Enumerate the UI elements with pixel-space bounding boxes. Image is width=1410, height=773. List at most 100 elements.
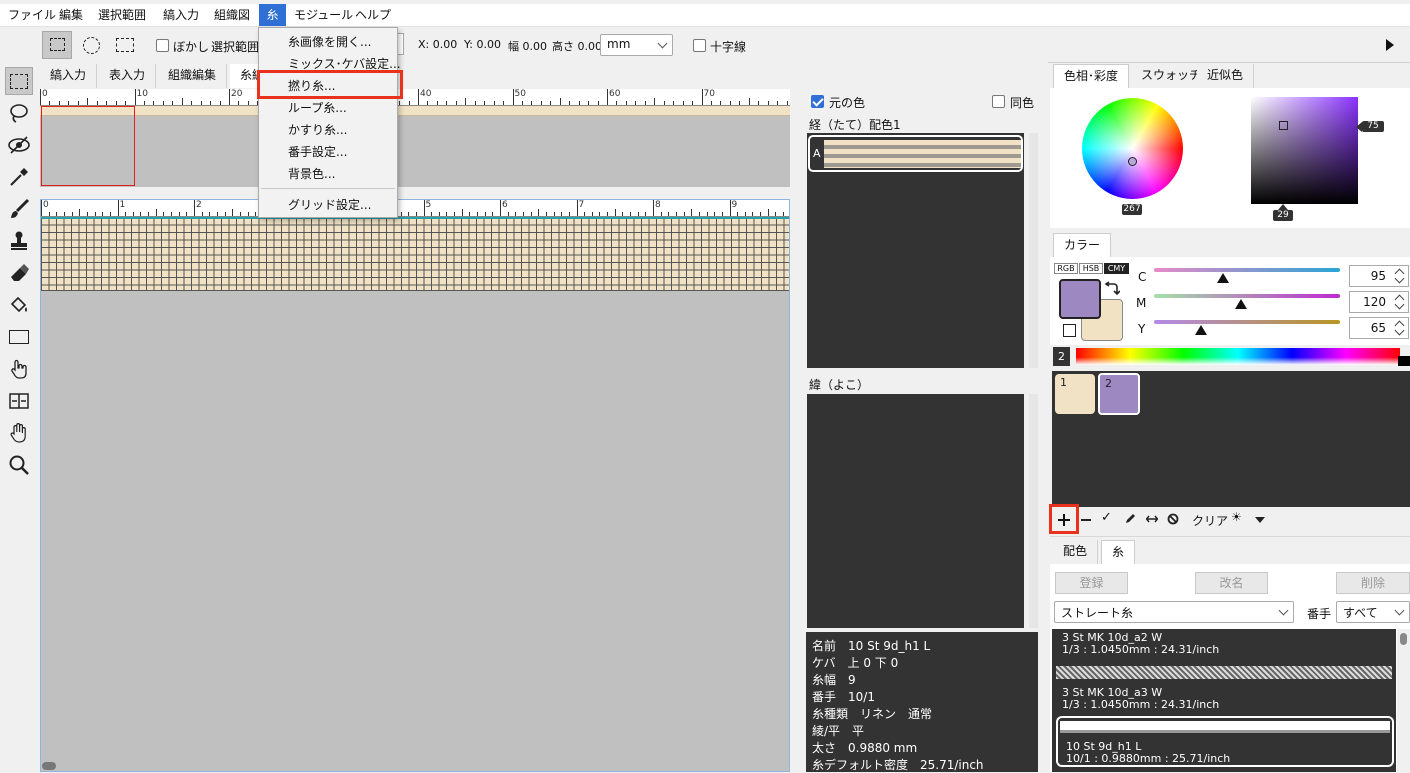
sb-cursor[interactable] [1279,121,1288,130]
blur-checkbox[interactable] [156,39,169,52]
ruler-label: 7 [578,200,585,210]
menu-open-yarn-image[interactable]: 糸画像を開く... [259,31,397,53]
original-color-checkbox[interactable] [811,95,824,108]
mode-cmy[interactable]: CMY [1104,263,1129,274]
same-color-checkbox[interactable] [992,95,1005,108]
brush-tool[interactable] [5,195,33,223]
inverse-select-tool-button[interactable] [109,31,139,59]
mode-hsb[interactable]: HSB [1079,263,1103,274]
tab-yarn[interactable]: 糸 [1101,540,1136,564]
swap-horizontal-icon[interactable] [1146,514,1158,524]
eraser-tool[interactable] [5,259,33,287]
tab-color-scheme[interactable]: 配色 [1053,540,1099,564]
spectrum-black-end[interactable] [1398,356,1410,366]
c-value-spinner[interactable]: 95 [1349,265,1409,287]
zoom-tool[interactable] [5,451,33,479]
horizontal-scrollbar-thumb[interactable] [42,762,56,770]
pointer-hand-tool[interactable] [5,355,33,383]
menu-loop-yarn[interactable]: ループ糸... [259,97,397,119]
mode-rgb[interactable]: RGB [1054,263,1078,274]
register-button[interactable]: 登録 [1055,572,1128,594]
hue-wheel-cursor[interactable] [1128,157,1137,166]
rename-button[interactable]: 改名 [1195,572,1268,594]
delete-button[interactable]: 削除 [1336,572,1410,594]
stamp-tool[interactable] [5,227,33,255]
yarn-list-scrollbar[interactable] [1397,629,1410,772]
hand-pan-tool[interactable] [5,419,33,447]
color-spectrum-bar[interactable] [1076,348,1400,365]
menu-count-settings[interactable]: 番手設定... [259,141,397,163]
slider-c-thumb[interactable] [1216,273,1229,283]
sun-icon[interactable]: ☀ [1231,510,1242,524]
fill-bucket-tool[interactable] [5,291,33,319]
reset-colors-icon[interactable] [1063,324,1076,337]
overview-canvas[interactable] [40,116,790,187]
weft-scrollbar[interactable] [1029,394,1038,628]
saturation-brightness-square[interactable] [1251,97,1358,204]
tab-stripe-input[interactable]: 縞入力 [40,64,98,88]
ruler-tick [767,209,769,216]
y-readout: Y: 0.00 [464,38,501,51]
ruler-tick [210,101,212,105]
clear-button[interactable]: クリア [1192,512,1228,529]
yarn-list-item[interactable]: 3 St MK 10d_a3 W 1/3 : 1.0450mm : 24.31/… [1052,686,1396,716]
menu-selection[interactable]: 選択範囲 [92,4,152,26]
palette-menu-chevron-icon[interactable] [1255,517,1265,523]
marquee-tool[interactable] [5,67,33,95]
pencil-icon[interactable] [1124,513,1136,525]
overview-viewport-frame[interactable] [41,106,135,186]
slider-y-track[interactable] [1154,320,1340,324]
yarn-list-item-selected[interactable]: 10 St 9d_h1 L 10/1 : 0.9880mm : 25.71/in… [1056,716,1394,767]
ruler-label: 0 [42,89,48,99]
selection-field-edge[interactable] [398,33,404,55]
menu-kasuri-yarn[interactable]: かすり糸... [259,119,397,141]
rect-select-tool-button[interactable] [42,31,72,59]
slider-c-track[interactable] [1154,268,1340,272]
m-value-spinner[interactable]: 120 [1349,291,1409,313]
apply-swatch-icon[interactable]: ✓ [1101,510,1112,525]
count-filter-select[interactable]: すべて [1336,601,1410,623]
palette-swatch-1[interactable]: 1 [1055,374,1095,414]
menu-help[interactable]: ヘルプ [349,4,397,26]
tab-weave-edit[interactable]: 組織編集 [158,64,228,88]
eye-lasso-tool[interactable] [5,131,33,159]
palette-swatch-2[interactable]: 2 [1098,373,1140,415]
split-tool[interactable] [5,387,33,415]
magnifier-icon [9,455,29,475]
pointing-hand-icon [11,359,27,379]
warp-scrollbar[interactable] [1029,133,1038,368]
tab-table-input[interactable]: 表入力 [99,64,157,88]
no-entry-icon[interactable] [1167,513,1179,525]
menu-stripe-input[interactable]: 縞入力 [157,4,205,26]
menu-edit[interactable]: 編集 [53,4,89,26]
y-value-spinner[interactable]: 65 [1349,317,1409,339]
yarn-list-item[interactable]: 3 St MK 10d_a2 W 1/3 : 1.0450mm : 24.31/… [1052,631,1396,663]
weft-list[interactable] [807,394,1024,628]
menu-yarn[interactable]: 糸 [259,4,286,26]
swap-colors-icon[interactable] [1104,281,1120,297]
crosshair-checkbox[interactable] [693,39,706,52]
unit-select[interactable]: mm [600,34,673,56]
slider-m-thumb[interactable] [1235,299,1248,309]
ruler-tick [614,209,616,216]
rectangle-tool[interactable] [5,323,33,351]
slider-y-thumb[interactable] [1194,325,1207,335]
eyedropper-tool[interactable] [5,163,33,191]
slider-m-track[interactable] [1154,294,1340,298]
tab-similar-colors[interactable]: 近似色 [1197,64,1255,88]
lasso-tool[interactable] [5,99,33,127]
foreground-color-well[interactable] [1059,279,1101,319]
menu-grid-settings[interactable]: グリッド設定... [259,194,397,216]
hue-wheel[interactable] [1082,98,1183,199]
menu-weave-diagram[interactable]: 組織図 [208,4,256,26]
yarn-type-select[interactable]: ストレート糸 [1054,601,1294,623]
toolbar-expand-icon[interactable] [1386,39,1394,51]
weave-grid[interactable] [41,217,789,291]
tab-color[interactable]: カラー [1053,233,1112,257]
tab-hue-saturation[interactable]: 色相･彩度 [1053,64,1130,88]
ellipse-select-tool-button[interactable] [76,31,106,59]
warp-item[interactable]: A [808,135,1023,172]
menu-background-color[interactable]: 背景色... [259,163,397,185]
remove-swatch-icon[interactable] [1081,519,1091,521]
ruler-tick [102,212,104,216]
